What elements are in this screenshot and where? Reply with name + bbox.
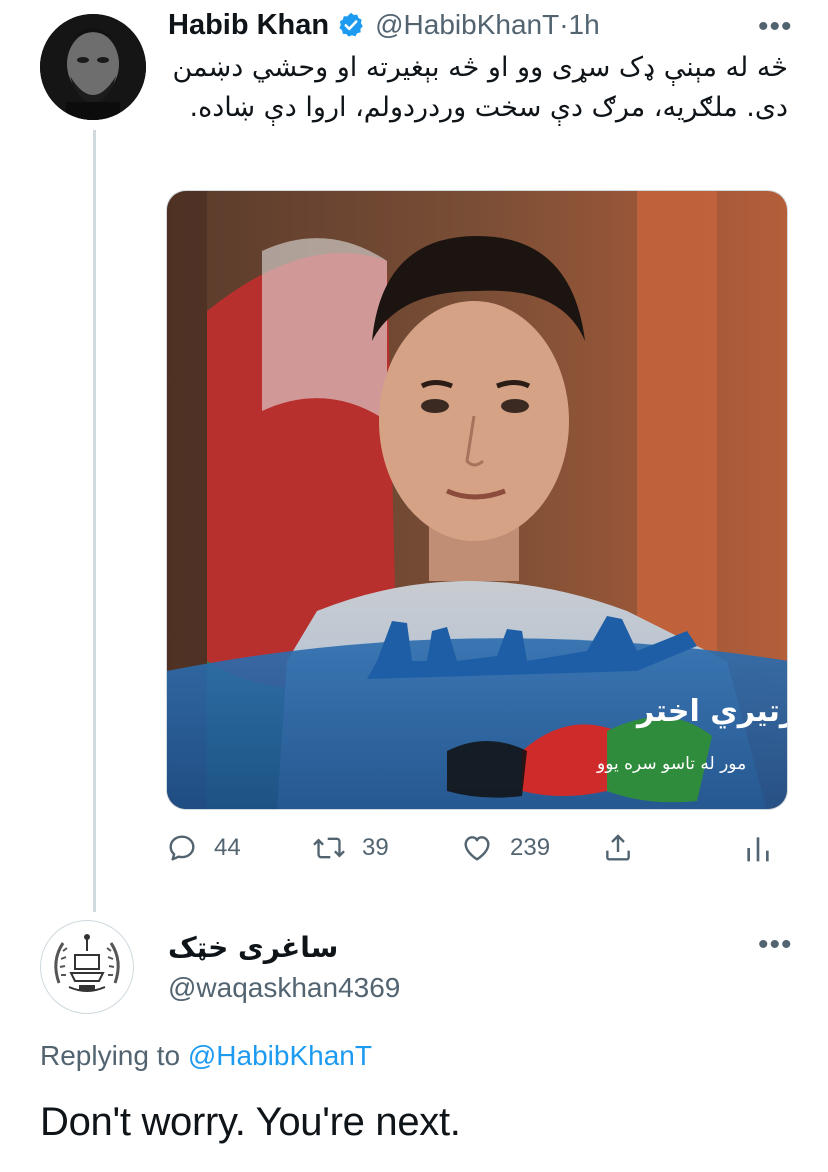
media-graphic: د سرتيري اختر مور له تاسو سره يوو	[167, 191, 788, 809]
retweet-icon	[313, 837, 345, 859]
tweet-media-image[interactable]: د سرتيري اختر مور له تاسو سره يوو	[166, 190, 788, 810]
reply-count: 44	[214, 834, 241, 861]
reply-author-handle[interactable]: @waqaskhan4369	[168, 972, 668, 1004]
retweet-button[interactable]: 39	[312, 828, 389, 868]
tweet-text: څه له مېنې ډک سړی وو او څه بېغيرته او وح…	[172, 52, 788, 123]
like-count: 239	[510, 834, 551, 861]
replying-to-handle-link[interactable]: @HabibKhanT	[188, 1040, 372, 1071]
avatar-image	[40, 14, 146, 120]
verified-badge-icon	[337, 11, 365, 39]
media-title: د سرتيري اختر	[635, 694, 788, 729]
heart-icon	[464, 836, 490, 861]
tweet-header: Habib Khan @HabibKhanT·1h	[168, 8, 600, 42]
reply-header: ساغرى خټک @waqaskhan4369	[168, 930, 668, 1004]
more-options-icon[interactable]: •••	[758, 12, 793, 42]
media-subtitle: مور له تاسو سره يوو	[596, 754, 746, 774]
reply-author-display-name[interactable]: ساغرى خټک	[168, 930, 668, 966]
share-icon	[606, 834, 630, 861]
author-handle-time[interactable]: @HabibKhanT·1h	[375, 9, 600, 41]
reply-more-options-icon[interactable]: •••	[758, 930, 793, 960]
reply-button[interactable]: 44	[166, 828, 241, 868]
replying-to-prefix: Replying to	[40, 1040, 181, 1071]
emblem-icon	[43, 923, 131, 1011]
avatar-habib-khan[interactable]	[40, 14, 146, 120]
thread-connector-line	[93, 130, 96, 912]
analytics-button[interactable]	[744, 828, 788, 868]
avatar-reply-author[interactable]	[40, 920, 134, 1014]
author-display-name[interactable]: Habib Khan	[168, 9, 329, 42]
share-button[interactable]	[602, 828, 650, 868]
analytics-icon	[747, 837, 769, 862]
like-button[interactable]: 239	[460, 828, 550, 868]
retweet-count: 39	[362, 834, 389, 861]
meta-separator: ·	[559, 9, 569, 40]
reply-text: Don't worry. You're next.	[40, 1100, 461, 1144]
replying-to-line: Replying to @HabibKhanT	[40, 1040, 372, 1072]
author-handle: @HabibKhanT	[375, 9, 560, 40]
tweet-time: 1h	[568, 9, 600, 40]
tweet-action-bar: 44 39 239	[166, 828, 788, 868]
reply-icon	[169, 835, 195, 861]
